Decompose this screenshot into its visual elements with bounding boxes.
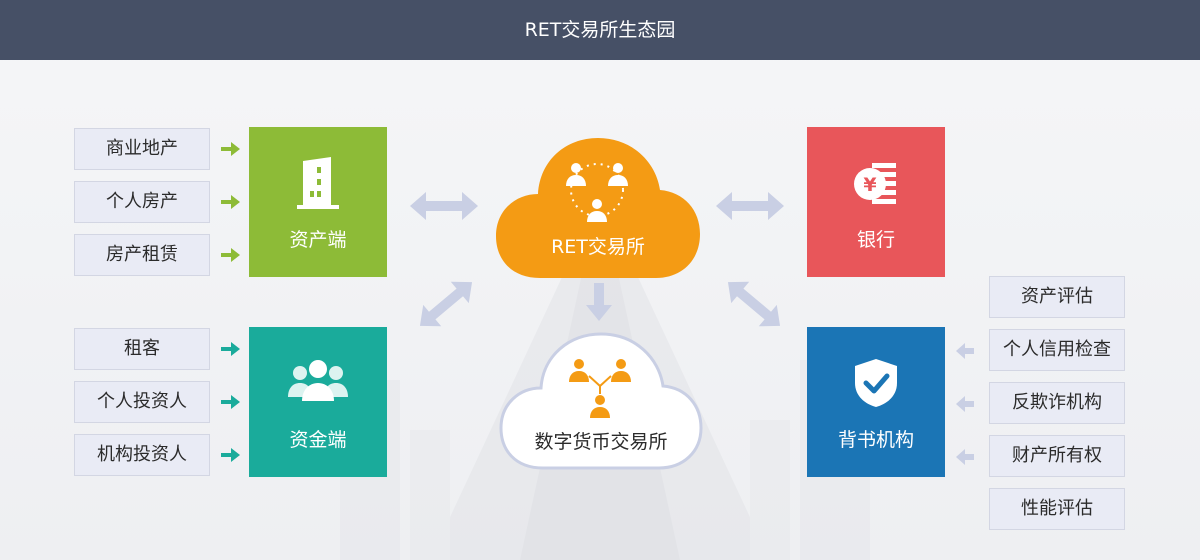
- building-icon: [297, 157, 339, 209]
- arrow-right-icon: [221, 142, 240, 156]
- endorsement-title: 背书机构: [837, 429, 914, 451]
- asset-side-title: 资产端: [289, 229, 347, 251]
- fund-side-block: 资金端: [249, 327, 387, 477]
- endorsement-input-anti-fraud: 反欺诈机构: [989, 382, 1125, 424]
- fund-input-institutional-investor: 机构投资人: [74, 434, 210, 476]
- ecosystem-diagram: RET交易所生态园 商业地产 个人房产 房产租赁 资产端 租客 个人投资人 机构…: [0, 0, 1200, 560]
- arrow-right-icon: [221, 448, 240, 462]
- svg-text:¥: ¥: [863, 174, 876, 196]
- arrow-down-icon: [586, 283, 612, 321]
- arrow-left-icon: [956, 449, 974, 465]
- coin-yen-icon: ¥: [854, 163, 896, 204]
- users-group-icon: [288, 360, 348, 401]
- asset-input-property-rental: 房产租赁: [74, 234, 210, 276]
- shield-check-icon: [855, 359, 897, 407]
- endorsement-input-performance-eval: 性能评估: [989, 488, 1125, 530]
- arrow-right-icon: [221, 395, 240, 409]
- bank-title: 银行: [856, 229, 895, 251]
- arrow-right-icon: [221, 248, 240, 262]
- fund-input-tenant: 租客: [74, 328, 210, 370]
- arrow-right-icon: [221, 195, 240, 209]
- endorsement-input-credit-check: 个人信用检查: [989, 329, 1125, 371]
- endorsement-input-asset-appraisal: 资产评估: [989, 276, 1125, 318]
- endorsement-input-property-ownership: 财产所有权: [989, 435, 1125, 477]
- bank-block: ¥ 银行: [807, 127, 945, 277]
- double-arrow-diagonal-icon: [727, 281, 781, 327]
- double-arrow-diagonal-icon: [419, 281, 473, 327]
- asset-side-block: 资产端: [249, 127, 387, 277]
- double-arrow-icon: [716, 192, 784, 220]
- arrow-left-icon: [956, 343, 974, 359]
- asset-input-personal-property: 个人房产: [74, 181, 210, 223]
- asset-input-commercial-property: 商业地产: [74, 128, 210, 170]
- digital-exchange-title: 数字货币交易所: [534, 431, 668, 453]
- page-title: RET交易所生态园: [0, 0, 1200, 60]
- arrow-left-icon: [956, 396, 974, 412]
- fund-input-individual-investor: 个人投资人: [74, 381, 210, 423]
- endorsement-block: 背书机构: [807, 327, 945, 477]
- arrow-right-icon: [221, 342, 240, 356]
- ret-exchange-title: RET交易所: [551, 236, 645, 258]
- fund-side-title: 资金端: [289, 429, 347, 451]
- double-arrow-icon: [410, 192, 478, 220]
